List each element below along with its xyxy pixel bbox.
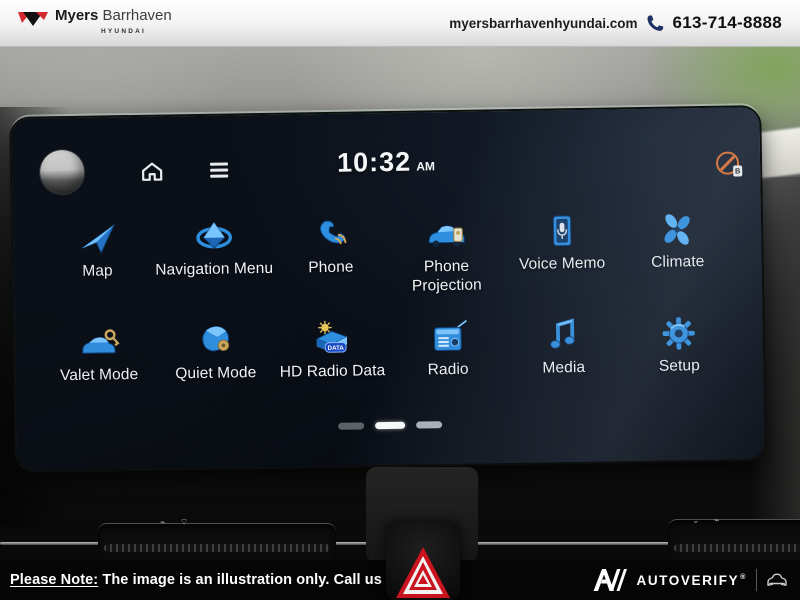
- voice-memo-icon: [538, 212, 585, 251]
- app-radio[interactable]: Radio: [390, 317, 507, 419]
- dealer-name: Myers Barrhaven: [55, 8, 172, 23]
- dealer-banner: Myers Barrhaven HYUNDAI myersbarrhavenhy…: [0, 0, 800, 47]
- vent-control-glyphs-left: ⌁ ⌔: [160, 517, 194, 528]
- page-dot-3[interactable]: [416, 421, 442, 428]
- valet-mode-icon: [75, 323, 122, 362]
- air-vent-right: [668, 519, 800, 560]
- hazard-triangle-icon: [394, 544, 452, 600]
- autoverify-logo: AUTOVERIFY®: [593, 568, 788, 592]
- bluetooth-disabled-icon: B: [716, 151, 740, 175]
- climate-icon: [654, 210, 701, 249]
- clock-time: 10:32: [337, 147, 412, 178]
- app-quiet-mode[interactable]: Quiet Mode: [156, 321, 275, 423]
- app-phone-projection[interactable]: Phone Projection: [388, 213, 505, 315]
- car-interior-photo: 10:32AM B Map Navigatio: [0, 47, 800, 560]
- navigation-menu-icon: [190, 217, 237, 256]
- quiet-mode-icon: [192, 321, 239, 360]
- dealer-website: myersbarrhavenhyundai.com: [449, 16, 637, 31]
- setup-icon: [656, 314, 703, 353]
- app-hd-radio-data[interactable]: DATA HD Radio Data: [274, 319, 391, 421]
- media-icon: [540, 316, 587, 355]
- myers-logo-icon: [18, 11, 48, 28]
- phone-icon: [646, 14, 665, 33]
- vent-control-glyphs-right: ⌄ ⌁: [692, 515, 725, 526]
- phone-app-icon: [307, 216, 354, 255]
- footer-divider: [756, 569, 757, 591]
- infotainment-screen: 10:32AM B Map Navigatio: [11, 107, 764, 471]
- phone-projection-icon: [423, 214, 470, 253]
- dealer-phone: 613-714-8888: [673, 13, 782, 33]
- app-valet-mode[interactable]: Valet Mode: [41, 323, 158, 425]
- dealer-logo: Myers Barrhaven HYUNDAI: [18, 8, 172, 39]
- app-grid: Map Navigation Menu Phone: [39, 210, 738, 425]
- app-media[interactable]: Media: [505, 315, 622, 417]
- radio-icon: [424, 318, 471, 357]
- app-voice-memo[interactable]: Voice Memo: [504, 211, 621, 313]
- app-map[interactable]: Map: [39, 219, 156, 321]
- autoverify-wordmark: AUTOVERIFY®: [636, 573, 747, 588]
- map-icon: [74, 219, 121, 258]
- clock-meridiem: AM: [416, 159, 435, 173]
- svg-text:DATA: DATA: [328, 345, 345, 352]
- dealer-brand: HYUNDAI: [101, 24, 172, 39]
- app-navigation-menu[interactable]: Navigation Menu: [154, 217, 273, 319]
- autoverify-av-icon: [593, 568, 627, 592]
- app-climate[interactable]: Climate: [619, 210, 736, 312]
- hazard-button: [386, 522, 460, 600]
- clock: 10:32 AM: [12, 141, 760, 184]
- air-vent-left: [98, 523, 336, 560]
- hd-radio-data-icon: DATA: [309, 320, 356, 359]
- status-badge: B: [733, 165, 742, 176]
- app-setup[interactable]: Setup: [621, 314, 738, 416]
- car-icon: [766, 573, 788, 588]
- page-dot-2-active[interactable]: [375, 422, 405, 429]
- page-dot-1[interactable]: [338, 422, 364, 429]
- app-phone[interactable]: Phone: [272, 215, 389, 317]
